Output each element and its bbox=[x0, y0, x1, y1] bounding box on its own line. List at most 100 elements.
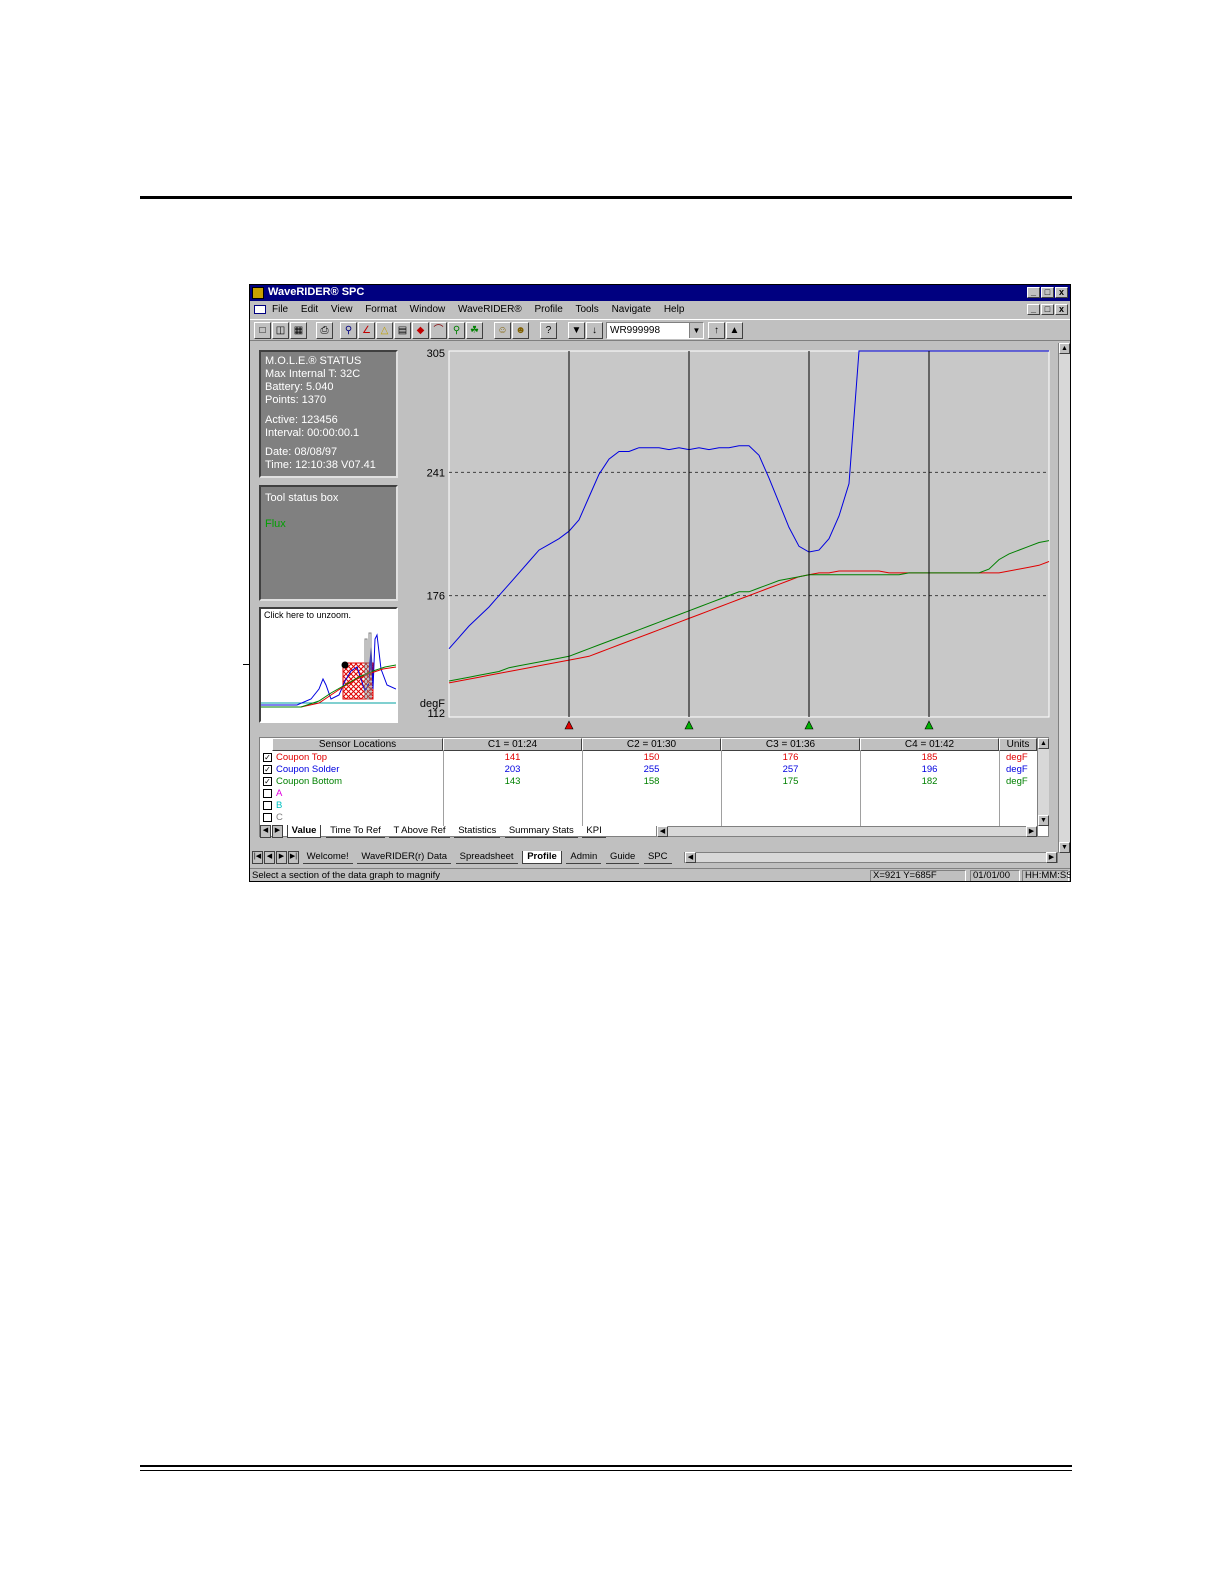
first-icon[interactable]: ▼ bbox=[568, 322, 585, 339]
sheet-waverider-data[interactable]: WaveRIDER(r) Data bbox=[357, 851, 452, 864]
header-c4[interactable]: C4 = 01:42 bbox=[860, 738, 999, 751]
menu-edit[interactable]: Edit bbox=[301, 304, 318, 315]
row-value: 176 bbox=[782, 752, 799, 763]
grid-hscroll[interactable]: ◀ ▶ bbox=[656, 826, 1038, 837]
row-checkbox[interactable] bbox=[263, 801, 272, 810]
grid-vscroll[interactable]: ▲ ▼ bbox=[1037, 738, 1049, 826]
header-c1[interactable]: C1 = 01:24 bbox=[443, 738, 582, 751]
cursor-marker-icon[interactable] bbox=[564, 720, 574, 730]
sheet-admin[interactable]: Admin bbox=[566, 851, 602, 864]
up-icon[interactable]: ↑ bbox=[708, 322, 725, 339]
chevron-down-icon[interactable]: ▼ bbox=[689, 323, 703, 338]
doc-restore-button[interactable]: □ bbox=[1041, 304, 1054, 315]
bottom-rule bbox=[140, 1465, 1072, 1467]
tab-kpi[interactable]: KPI bbox=[582, 825, 606, 838]
new-icon[interactable]: □ bbox=[254, 322, 271, 339]
status-date: 01/01/00 bbox=[970, 870, 1020, 881]
menu-format[interactable]: Format bbox=[365, 304, 397, 315]
scroll-down-icon[interactable]: ▼ bbox=[1059, 842, 1070, 853]
menu-waverider[interactable]: WaveRIDER® bbox=[458, 304, 522, 315]
menu-help[interactable]: Help bbox=[664, 304, 685, 315]
sheet-hscroll[interactable]: ◀ ▶ bbox=[684, 852, 1058, 863]
sheet-welcome[interactable]: Welcome! bbox=[302, 851, 353, 864]
overview-chart[interactable]: Click here to unzoom. bbox=[259, 607, 398, 723]
bottom-rule-thin bbox=[140, 1470, 1072, 1471]
row-unit: degF bbox=[1006, 776, 1028, 787]
tab-value[interactable]: Value bbox=[286, 825, 322, 838]
header-c2[interactable]: C2 = 01:30 bbox=[582, 738, 721, 751]
profile-chart[interactable]: 305 241 176 112 degF bbox=[397, 347, 1065, 735]
unit-select[interactable]: WR999998 ▼ bbox=[606, 322, 704, 339]
menu-tools[interactable]: Tools bbox=[575, 304, 598, 315]
open-icon[interactable]: ◫ bbox=[272, 322, 289, 339]
tab-next-icon[interactable]: ▶ bbox=[272, 825, 283, 838]
tab-prev-icon[interactable]: ◀ bbox=[260, 825, 271, 838]
row-value: 141 bbox=[504, 752, 521, 763]
minimize-button[interactable]: _ bbox=[1027, 287, 1040, 298]
sheet-spc[interactable]: SPC bbox=[643, 851, 672, 864]
row-checkbox[interactable]: ✓ bbox=[263, 765, 272, 774]
chart-icon[interactable]: ▤ bbox=[394, 322, 411, 339]
user-icon[interactable]: ☺ bbox=[494, 322, 511, 339]
doc-close-button[interactable]: x bbox=[1055, 304, 1068, 315]
close-button[interactable]: x bbox=[1055, 287, 1068, 298]
sheet-first-icon[interactable]: |◀ bbox=[252, 851, 263, 864]
maximize-button[interactable]: □ bbox=[1041, 287, 1054, 298]
sheet-next-icon[interactable]: ▶ bbox=[276, 851, 287, 864]
menu-navigate[interactable]: Navigate bbox=[612, 304, 651, 315]
print-icon[interactable]: ⎙ bbox=[316, 322, 333, 339]
sheet-scroll-left-icon[interactable]: ◀ bbox=[685, 852, 696, 863]
grid-scroll-down-icon[interactable]: ▼ bbox=[1038, 815, 1049, 826]
grid-scroll-right-icon[interactable]: ▶ bbox=[1026, 826, 1037, 837]
row-checkbox[interactable] bbox=[263, 813, 272, 822]
chart-svg[interactable]: 305241176112degF bbox=[397, 347, 1065, 735]
last-icon[interactable]: ▲ bbox=[726, 322, 743, 339]
menu-file[interactable]: File bbox=[272, 304, 288, 315]
down-icon[interactable]: ↓ bbox=[586, 322, 603, 339]
draw-line-icon[interactable]: ∠ bbox=[358, 322, 375, 339]
cursor-marker-icon[interactable] bbox=[684, 720, 694, 730]
sheet-prev-icon[interactable]: ◀ bbox=[264, 851, 275, 864]
save-icon[interactable]: ▦ bbox=[290, 322, 307, 339]
header-sensor-locations[interactable]: Sensor Locations bbox=[272, 738, 443, 751]
help-icon[interactable]: ? bbox=[540, 322, 557, 339]
row-checkbox[interactable] bbox=[263, 789, 272, 798]
grid-scroll-up-icon[interactable]: ▲ bbox=[1038, 738, 1049, 749]
points: Points: 1370 bbox=[265, 394, 327, 406]
vertical-scrollbar[interactable]: ▲ ▼ bbox=[1058, 343, 1070, 853]
header-c3[interactable]: C3 = 01:36 bbox=[721, 738, 860, 751]
tab-t-above-ref[interactable]: T Above Ref bbox=[389, 825, 450, 838]
row-value: 203 bbox=[504, 764, 521, 775]
max-internal: Max Internal T: 32C bbox=[265, 368, 361, 380]
cursor-marker-icon[interactable] bbox=[924, 720, 934, 730]
users-icon[interactable]: ☻ bbox=[512, 322, 529, 339]
cursor-marker-icon[interactable] bbox=[804, 720, 814, 730]
leaf-icon[interactable]: ☘ bbox=[466, 322, 483, 339]
sheet-profile[interactable]: Profile bbox=[522, 851, 562, 864]
sheet-spreadsheet[interactable]: Spreadsheet bbox=[455, 851, 518, 864]
tab-statistics[interactable]: Statistics bbox=[454, 825, 501, 838]
row-value: 150 bbox=[643, 752, 660, 763]
menu-profile[interactable]: Profile bbox=[534, 304, 562, 315]
y-tick-label: 176 bbox=[427, 591, 445, 603]
sheet-tabs: |◀ ◀ ▶ ▶| Welcome! WaveRIDER(r) Data Spread… bbox=[252, 851, 674, 864]
pin-icon[interactable]: ⚲ bbox=[448, 322, 465, 339]
document-icon[interactable] bbox=[254, 305, 266, 314]
zoom-icon[interactable]: ⚲ bbox=[340, 322, 357, 339]
grid-scroll-left-icon[interactable]: ◀ bbox=[657, 826, 668, 837]
doc-minimize-button[interactable]: _ bbox=[1027, 304, 1040, 315]
tab-time-to-ref[interactable]: Time To Ref bbox=[326, 825, 385, 838]
menu-window[interactable]: Window bbox=[410, 304, 446, 315]
curve-icon[interactable]: ⌒ bbox=[430, 322, 447, 339]
sheet-scroll-right-icon[interactable]: ▶ bbox=[1046, 852, 1057, 863]
sheet-last-icon[interactable]: ▶| bbox=[288, 851, 299, 864]
sheet-guide[interactable]: Guide bbox=[605, 851, 640, 864]
warning-icon[interactable]: △ bbox=[376, 322, 393, 339]
menu-view[interactable]: View bbox=[331, 304, 353, 315]
header-units[interactable]: Units bbox=[999, 738, 1037, 751]
tab-summary-stats[interactable]: Summary Stats bbox=[504, 825, 578, 838]
marker-icon[interactable]: ◆ bbox=[412, 322, 429, 339]
row-checkbox[interactable]: ✓ bbox=[263, 753, 272, 762]
row-checkbox[interactable]: ✓ bbox=[263, 777, 272, 786]
scroll-up-icon[interactable]: ▲ bbox=[1059, 343, 1070, 354]
